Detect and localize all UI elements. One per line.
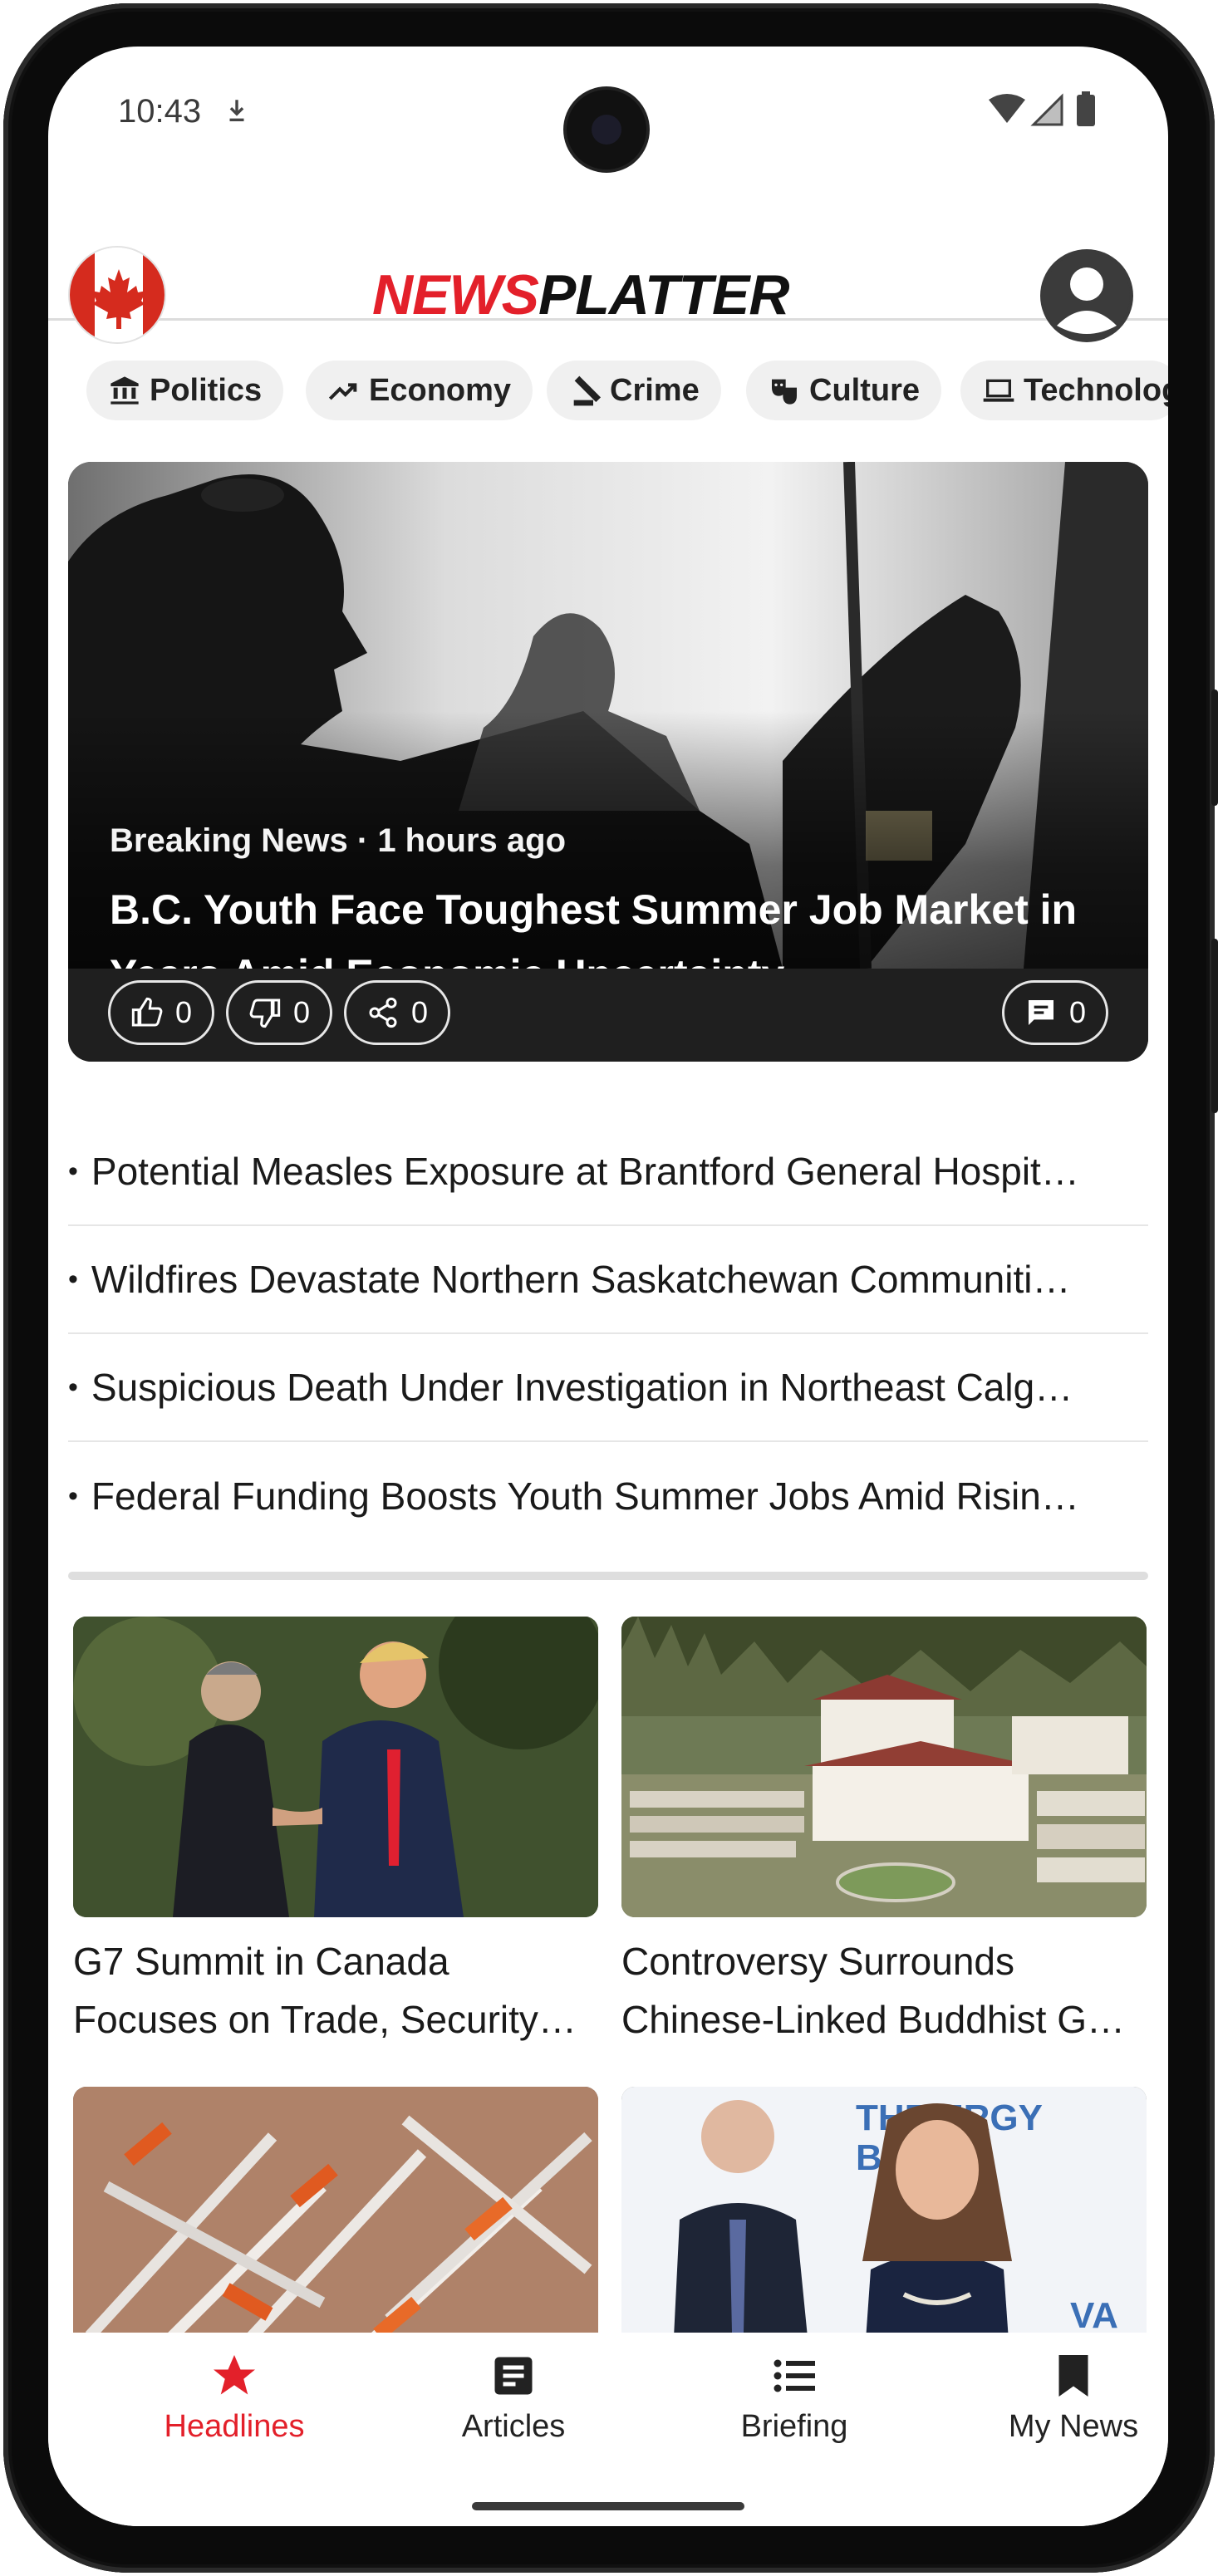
wifi-icon (989, 94, 1025, 123)
chip-label: Economy (369, 372, 512, 408)
app-logo: NEWSPLATTER (372, 263, 789, 327)
dislike-count: 0 (292, 995, 311, 1029)
status-bar: 10:43 (48, 47, 1168, 171)
theater-masks-icon (772, 379, 797, 405)
chip-politics[interactable]: Politics (86, 361, 284, 420)
nav-label: Headlines (164, 2409, 305, 2444)
thumbs-up-icon (131, 997, 163, 1027)
bullet: • (68, 1479, 78, 1512)
user-icon (1044, 253, 1130, 339)
share-icon (369, 997, 397, 1028)
comment-icon (1028, 1000, 1053, 1025)
hero-actions-bar: 0 0 0 0 (68, 969, 1148, 1062)
trending-up-icon (328, 383, 357, 400)
share-button[interactable]: 0 (344, 980, 450, 1045)
country-flag-button[interactable] (68, 246, 166, 344)
status-time: 10:43 (118, 93, 202, 130)
chip-label: Politics (150, 372, 263, 408)
chip-crime[interactable]: Crime (547, 361, 721, 420)
article-card-buddhist[interactable]: Controversy Surrounds Chinese-Linked Bud… (621, 1617, 1147, 2049)
profile-avatar-button[interactable] (1040, 249, 1133, 342)
headline-text: Suspicious Death Under Investigation in … (91, 1366, 1073, 1409)
headline-text: Potential Measles Exposure at Brantford … (91, 1150, 1079, 1193)
comments-button[interactable]: 0 (1002, 980, 1108, 1045)
nav-headlines[interactable]: Headlines (126, 2351, 342, 2445)
svg-text:VA: VA (1070, 2295, 1118, 2336)
nav-label: Articles (461, 2409, 566, 2444)
download-icon (229, 100, 244, 122)
headline-list: • Potential Measles Exposure at Brantford… (68, 1118, 1148, 1550)
gavel-icon (573, 375, 602, 406)
dislike-button[interactable]: 0 (226, 980, 332, 1045)
chip-label: Culture (809, 372, 920, 408)
headline-item[interactable]: • Suspicious Death Under Investigation in… (68, 1334, 1148, 1442)
canada-flag-icon (70, 248, 165, 342)
headline-item[interactable]: • Wildfires Devastate Northern Saskatchew… (68, 1226, 1148, 1334)
app-screen: 10:43 NEWSPLATTER Politics Economy Crime… (48, 47, 1168, 2526)
headline-text: Wildfires Devastate Northern Saskatchewa… (91, 1258, 1071, 1301)
logo-platter: PLATTER (538, 263, 789, 326)
nav-label: Briefing (740, 2409, 848, 2444)
device-frame: 10:43 NEWSPLATTER Politics Economy Crime… (0, 0, 1218, 2576)
bottom-navigation: Headlines Articles Briefing My News (48, 2333, 1168, 2526)
bullet: • (68, 1263, 78, 1295)
bullet: • (68, 1371, 78, 1403)
chip-label: Crime (610, 372, 700, 408)
share-count: 0 (410, 995, 429, 1029)
article-icon (494, 2357, 533, 2395)
front-camera (567, 90, 646, 169)
nav-briefing[interactable]: Briefing (686, 2351, 902, 2445)
bullet: • (68, 1155, 78, 1187)
headline-item[interactable]: • Federal Funding Boosts Youth Summer Job… (68, 1442, 1148, 1550)
comment-count: 0 (1068, 995, 1087, 1029)
article-thumbnail (621, 1617, 1147, 1917)
institution-icon (111, 376, 139, 405)
like-count: 0 (174, 995, 193, 1029)
article-thumbnail (73, 1617, 598, 1917)
laptop-icon (983, 379, 1014, 402)
article-title: G7 Summit in Canada Focuses on Trade, Se… (73, 1940, 577, 2041)
power-button (1211, 939, 1218, 1113)
article-title: Controversy Surrounds Chinese-Linked Bud… (621, 1940, 1125, 2041)
headline-text: Federal Funding Boosts Youth Summer Jobs… (91, 1474, 1079, 1518)
section-divider (68, 1572, 1148, 1580)
bookmark-icon (1058, 2355, 1088, 2397)
status-icons (989, 91, 1095, 126)
list-icon (774, 2359, 815, 2392)
logo-news: NEWS (372, 263, 539, 326)
article-card-g7[interactable]: G7 Summit in Canada Focuses on Trade, Se… (73, 1617, 598, 2049)
thumbs-down-icon (249, 999, 281, 1028)
like-button[interactable]: 0 (108, 980, 214, 1045)
chip-label: Technolog (1024, 372, 1168, 408)
nav-my-news[interactable]: My News (965, 2351, 1168, 2445)
chip-culture[interactable]: Culture (746, 361, 941, 420)
battery-icon (1077, 95, 1095, 126)
volume-button (1211, 689, 1218, 806)
headline-item[interactable]: • Potential Measles Exposure at Brantford… (68, 1118, 1148, 1226)
app-header: NEWSPLATTER (48, 188, 1168, 344)
nav-label: My News (1008, 2409, 1139, 2444)
hero-meta: Breaking News · 1 hours ago (110, 822, 567, 859)
nav-articles[interactable]: Articles (405, 2351, 621, 2445)
hero-article-card[interactable]: Breaking News · 1 hours ago B.C. Youth F… (68, 462, 1148, 1062)
chip-technology[interactable]: Technolog (960, 361, 1168, 420)
star-icon (214, 2355, 255, 2395)
home-indicator[interactable] (472, 2502, 744, 2510)
chip-economy[interactable]: Economy (306, 361, 533, 420)
